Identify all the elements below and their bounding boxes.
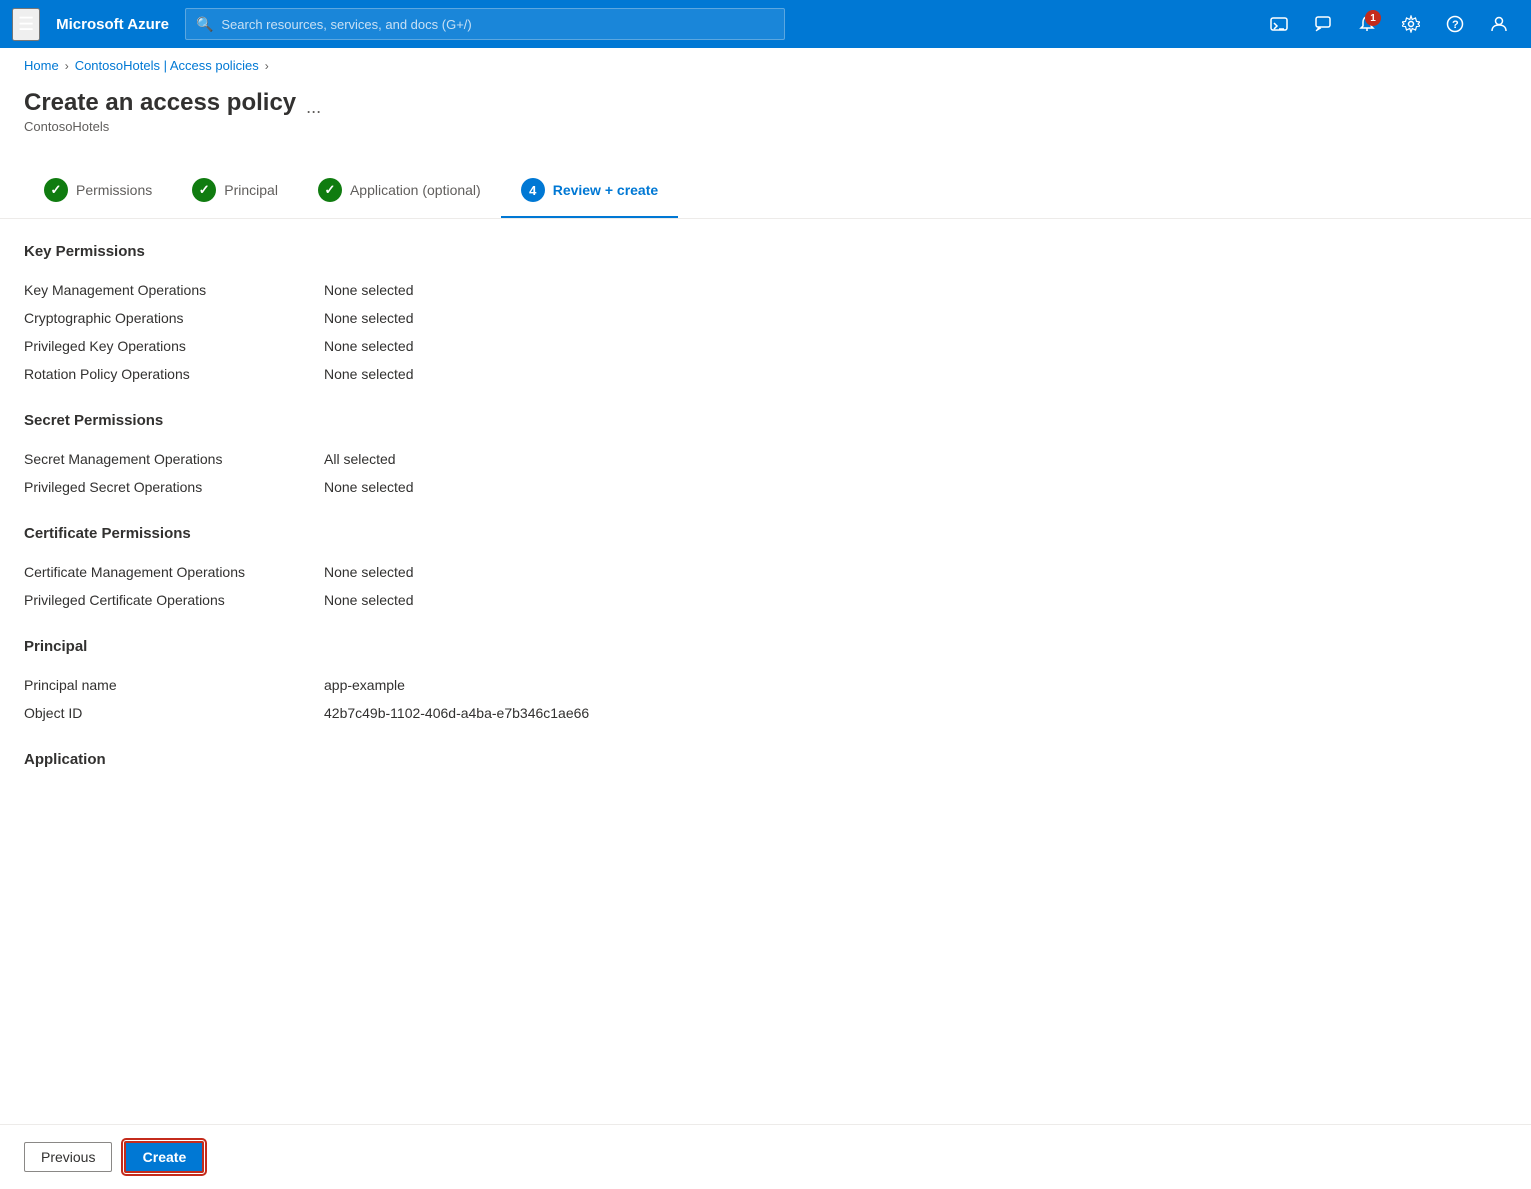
search-bar: 🔍 <box>185 8 785 40</box>
row-rotation-policy: Rotation Policy Operations None selected <box>24 360 1507 388</box>
label-cert-mgmt: Certificate Management Operations <box>24 564 324 580</box>
page-header: Create an access policy ContosoHotels ..… <box>0 81 1531 150</box>
feedback-button[interactable] <box>1303 4 1343 44</box>
row-key-mgmt: Key Management Operations None selected <box>24 276 1507 304</box>
brand-label: Microsoft Azure <box>56 16 169 33</box>
settings-button[interactable] <box>1391 4 1431 44</box>
label-key-mgmt: Key Management Operations <box>24 282 324 298</box>
wizard-steps: ✓ Permissions ✓ Principal ✓ Application … <box>0 150 1531 219</box>
row-secret-mgmt: Secret Management Operations All selecte… <box>24 445 1507 473</box>
step-permissions-label: Permissions <box>76 182 152 198</box>
search-icon: 🔍 <box>196 16 213 33</box>
key-permissions-title: Key Permissions <box>24 243 1507 260</box>
row-privileged-cert: Privileged Certificate Operations None s… <box>24 586 1507 614</box>
label-crypto-ops: Cryptographic Operations <box>24 310 324 326</box>
row-privileged-secret: Privileged Secret Operations None select… <box>24 473 1507 501</box>
step-application-label: Application (optional) <box>350 182 481 198</box>
account-button[interactable] <box>1479 4 1519 44</box>
application-title: Application <box>24 751 1507 768</box>
row-crypto-ops: Cryptographic Operations None selected <box>24 304 1507 332</box>
help-button[interactable]: ? <box>1435 4 1475 44</box>
search-input[interactable] <box>221 17 774 32</box>
step-application-icon: ✓ <box>318 178 342 202</box>
certificate-permissions-title: Certificate Permissions <box>24 525 1507 542</box>
label-secret-mgmt: Secret Management Operations <box>24 451 324 467</box>
step-principal-icon: ✓ <box>192 178 216 202</box>
breadcrumb-sep-1: › <box>65 59 69 73</box>
notifications-button[interactable]: 1 <box>1347 4 1387 44</box>
step-principal[interactable]: ✓ Principal <box>172 166 298 218</box>
secret-permissions-title: Secret Permissions <box>24 412 1507 429</box>
step-application[interactable]: ✓ Application (optional) <box>298 166 501 218</box>
create-button[interactable]: Create <box>124 1141 204 1173</box>
value-principal-name: app-example <box>324 677 405 693</box>
label-privileged-secret: Privileged Secret Operations <box>24 479 324 495</box>
step-review[interactable]: 4 Review + create <box>501 166 678 218</box>
breadcrumb-sep-2: › <box>265 59 269 73</box>
step-permissions[interactable]: ✓ Permissions <box>24 166 172 218</box>
breadcrumb-parent[interactable]: ContosoHotels | Access policies <box>75 58 259 73</box>
value-privileged-cert: None selected <box>324 592 414 608</box>
label-rotation-policy: Rotation Policy Operations <box>24 366 324 382</box>
main-content: Home › ContosoHotels | Access policies ›… <box>0 48 1531 1189</box>
breadcrumb: Home › ContosoHotels | Access policies › <box>0 48 1531 81</box>
cloud-shell-button[interactable] <box>1259 4 1299 44</box>
value-key-mgmt: None selected <box>324 282 414 298</box>
label-object-id: Object ID <box>24 705 324 721</box>
value-rotation-policy: None selected <box>324 366 414 382</box>
value-secret-mgmt: All selected <box>324 451 396 467</box>
nav-icon-group: 1 ? <box>1259 4 1519 44</box>
svg-text:?: ? <box>1452 19 1459 31</box>
value-privileged-key: None selected <box>324 338 414 354</box>
footer-bar: Previous Create <box>0 1124 1531 1189</box>
step-review-icon: 4 <box>521 178 545 202</box>
notification-count: 1 <box>1365 10 1381 26</box>
more-options-button[interactable]: ... <box>306 97 321 118</box>
step-principal-label: Principal <box>224 182 278 198</box>
step-permissions-icon: ✓ <box>44 178 68 202</box>
row-cert-mgmt: Certificate Management Operations None s… <box>24 558 1507 586</box>
content-area: Key Permissions Key Management Operation… <box>0 219 1531 864</box>
page-subtitle: ContosoHotels <box>24 119 296 134</box>
label-privileged-cert: Privileged Certificate Operations <box>24 592 324 608</box>
breadcrumb-home[interactable]: Home <box>24 58 59 73</box>
step-review-label: Review + create <box>553 182 658 198</box>
value-privileged-secret: None selected <box>324 479 414 495</box>
row-object-id: Object ID 42b7c49b-1102-406d-a4ba-e7b346… <box>24 699 1507 727</box>
value-crypto-ops: None selected <box>324 310 414 326</box>
page-header-text: Create an access policy ContosoHotels <box>24 89 296 134</box>
page-title: Create an access policy <box>24 89 296 117</box>
row-principal-name: Principal name app-example <box>24 671 1507 699</box>
value-object-id: 42b7c49b-1102-406d-a4ba-e7b346c1ae66 <box>324 705 589 721</box>
row-privileged-key: Privileged Key Operations None selected <box>24 332 1507 360</box>
label-principal-name: Principal name <box>24 677 324 693</box>
principal-title: Principal <box>24 638 1507 655</box>
value-cert-mgmt: None selected <box>324 564 414 580</box>
hamburger-menu-button[interactable]: ☰ <box>12 8 40 41</box>
label-privileged-key: Privileged Key Operations <box>24 338 324 354</box>
previous-button[interactable]: Previous <box>24 1142 112 1172</box>
top-navigation: ☰ Microsoft Azure 🔍 1 ? <box>0 0 1531 48</box>
